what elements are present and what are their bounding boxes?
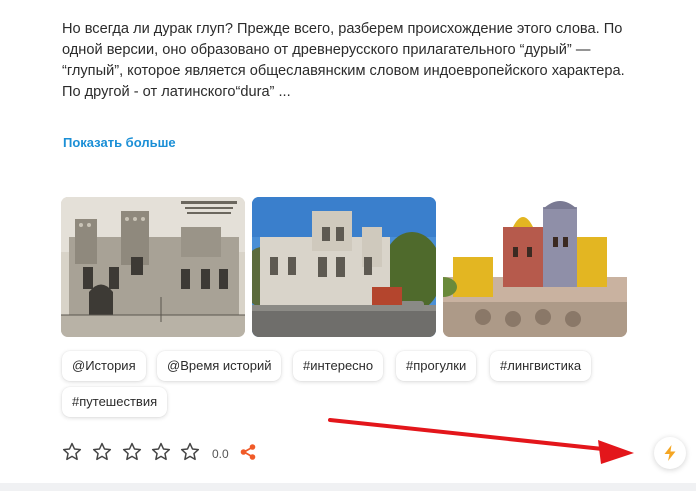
star-icon[interactable] xyxy=(179,441,201,463)
photo-gallery xyxy=(61,197,627,337)
star-icon[interactable] xyxy=(61,441,83,463)
tag-history[interactable]: @История xyxy=(62,351,146,381)
star-icon[interactable] xyxy=(121,441,143,463)
bottom-divider xyxy=(0,483,696,491)
article-line-3: “глупый”, которое является общеславянски… xyxy=(62,63,625,79)
gallery-photo-2[interactable] xyxy=(252,197,436,337)
lightning-button[interactable] xyxy=(654,437,686,469)
article-line-1: Но всегда ли дурак глуп? Прежде всего, р… xyxy=(62,21,623,37)
share-icon[interactable] xyxy=(239,443,257,461)
tag-walks[interactable]: #прогулки xyxy=(396,351,477,381)
tag-time-of-stories[interactable]: @Время историй xyxy=(157,351,282,381)
show-more-link[interactable]: Показать больше xyxy=(63,135,176,150)
gallery-photo-3[interactable] xyxy=(443,197,627,337)
gallery-photo-1[interactable] xyxy=(61,197,245,337)
rating-value: 0.0 xyxy=(212,447,229,461)
tag-interesting[interactable]: #интересно xyxy=(293,351,384,381)
star-icon[interactable] xyxy=(150,441,172,463)
lightning-bolt-icon xyxy=(664,445,676,461)
article-line-2: одной версии, оно образовано от древнеру… xyxy=(62,42,591,58)
star-icon[interactable] xyxy=(91,441,113,463)
article-line-4: По другой - от латинского“dura” ... xyxy=(62,84,291,100)
tag-linguistics[interactable]: #лингвистика xyxy=(490,351,592,381)
tag-travel[interactable]: #путешествия xyxy=(62,387,168,417)
article-excerpt: Но всегда ли дурак глуп? Прежде всего, р… xyxy=(62,19,662,103)
